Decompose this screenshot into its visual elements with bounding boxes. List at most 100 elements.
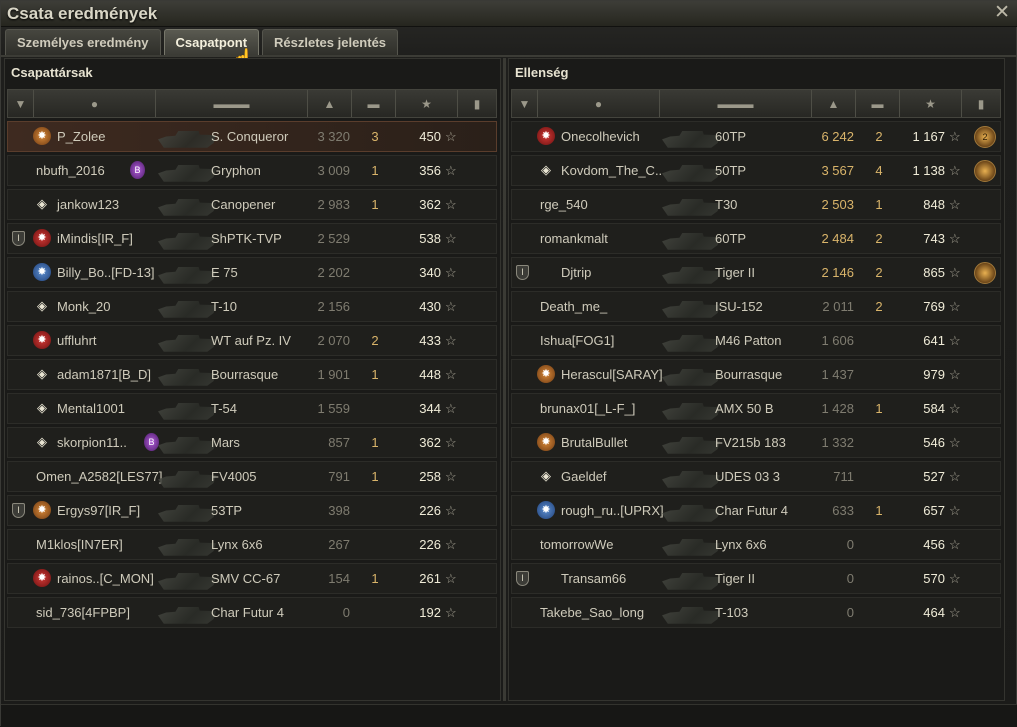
xp-value: 6 242 [821,129,854,144]
xp-column-icon[interactable]: ▲ [812,90,856,117]
tank-name: T30 [715,197,738,212]
tank-icon [158,369,216,386]
player-name[interactable]: Takebe_Sao_long [540,598,644,627]
player-name[interactable]: adam1871[B_D] [57,360,151,389]
player-name[interactable]: rainos..[C_MON] [57,564,154,593]
table-row[interactable]: ◈ Gaeldef UDES 03 3 711 527 ☆ [511,461,1001,492]
xp-value: 633 [832,503,854,518]
player-name[interactable]: sid_736[4FPBP] [36,598,130,627]
table-row[interactable]: Death_me_ ISU-152 2 011 2 769 ☆ [511,291,1001,322]
player-name[interactable]: jankow123 [57,190,119,219]
table-row[interactable]: ✸ P_Zolee S. Conqueror 3 320 3 450 ☆ [7,121,497,152]
player-name[interactable]: Djtrip [561,258,591,287]
kills-column-icon[interactable]: ▬ [352,90,396,117]
points-value: 450 [419,129,441,144]
table-row[interactable]: ✸ BrutalBullet FV215b 183 1 332 546 ☆ [511,427,1001,458]
player-name[interactable]: Herascul[SARAY] [561,360,663,389]
player-name[interactable]: M1klos[IN7ER] [36,530,123,559]
star-icon: ☆ [949,571,961,586]
table-row[interactable]: ✸ uffluhrt WT auf Pz. IV 2 070 2 433 ☆ [7,325,497,356]
squad-column-icon[interactable]: ▼ [8,90,34,117]
medal-icon[interactable] [974,262,996,284]
player-name[interactable]: Mental1001 [57,394,125,423]
medal-column-icon[interactable]: ▮ [458,90,496,117]
points-value: 570 [923,571,945,586]
table-row[interactable]: ◈ jankow123 Canopener 2 983 1 362 ☆ [7,189,497,220]
player-name[interactable]: BrutalBullet [561,428,627,457]
tank-column-icon[interactable]: ▬▬▬ [156,90,308,117]
kills-value: 2 [371,333,379,348]
table-row[interactable]: ✸ Billy_Bo..[FD-13] E 75 2 202 340 ☆ [7,257,497,288]
player-column-icon[interactable]: ● [538,90,660,117]
xp-column-icon[interactable]: ▲ [308,90,352,117]
table-row[interactable]: sid_736[4FPBP] Char Futur 4 0 192 ☆ [7,597,497,628]
player-badge-icon: ✸ [33,127,51,145]
player-name[interactable]: rge_540 [540,190,588,219]
table-row[interactable]: rge_540 T30 2 503 1 848 ☆ [511,189,1001,220]
player-name[interactable]: Transam66 [561,564,626,593]
tab-personal-results[interactable]: Személyes eredmény [5,29,161,55]
player-name[interactable]: nbufh_2016 [36,156,105,185]
player-name[interactable]: Onecolhevich [561,122,640,151]
table-row[interactable]: ✸ Herascul[SARAY] Bourrasque 1 437 979 ☆ [511,359,1001,390]
table-row[interactable]: romankmalt 60TP 2 484 2 743 ☆ [511,223,1001,254]
table-row[interactable]: I ✸ Ergys97[IR_F] 53TP 398 226 ☆ [7,495,497,526]
tank-icon [662,131,720,148]
table-row[interactable]: ◈ skorpion11.. B Mars 857 1 362 ☆ [7,427,497,458]
table-row[interactable]: ◈ Monk_20 T-10 2 156 430 ☆ [7,291,497,322]
star-icon: ☆ [445,503,457,518]
table-row[interactable]: brunax01[_L-F_] AMX 50 B 1 428 1 584 ☆ [511,393,1001,424]
table-row[interactable]: Takebe_Sao_long T-103 0 464 ☆ [511,597,1001,628]
medal-icon[interactable] [974,160,996,182]
kills-column-icon[interactable]: ▬ [856,90,900,117]
table-row[interactable]: ◈ adam1871[B_D] Bourrasque 1 901 1 448 ☆ [7,359,497,390]
points-column-icon[interactable]: ★ [900,90,962,117]
tank-name: Lynx 6x6 [715,537,767,552]
star-icon: ☆ [445,401,457,416]
table-row[interactable]: ✸ Onecolhevich 60TP 6 242 2 1 167 ☆ 2 [511,121,1001,152]
table-row[interactable]: ✸ rainos..[C_MON] SMV CC-67 154 1 261 ☆ [7,563,497,594]
table-row[interactable]: ✸ rough_ru..[UPRX] Char Futur 4 633 1 657 ☆ [511,495,1001,526]
kills-value: 2 [875,299,883,314]
squad-column-icon[interactable]: ▼ [512,90,538,117]
player-name[interactable]: uffluhrt [57,326,97,355]
player-name[interactable]: Ergys97[IR_F] [57,496,140,525]
player-name[interactable]: Monk_20 [57,292,110,321]
table-row[interactable]: ◈ Kovdom_The_C.. 50TP 3 567 4 1 138 ☆ [511,155,1001,186]
table-row[interactable]: ◈ Mental1001 T-54 1 559 344 ☆ [7,393,497,424]
table-row[interactable]: I Djtrip Tiger II 2 146 2 865 ☆ [511,257,1001,288]
player-name[interactable]: iMindis[IR_F] [57,224,133,253]
table-row[interactable]: I ✸ iMindis[IR_F] ShPTK-TVP 2 529 538 ☆ [7,223,497,254]
allies-title: Csapattársak [11,65,93,80]
star-icon: ☆ [445,469,457,484]
points-column-icon[interactable]: ★ [396,90,458,117]
player-name[interactable]: Death_me_ [540,292,607,321]
player-name[interactable]: Gaeldef [561,462,607,491]
player-name[interactable]: Omen_A2582[LES77] [36,462,162,491]
table-row[interactable]: tomorrowWe Lynx 6x6 0 456 ☆ [511,529,1001,560]
table-row[interactable]: M1klos[IN7ER] Lynx 6x6 267 226 ☆ [7,529,497,560]
player-name[interactable]: P_Zolee [57,122,105,151]
player-name[interactable]: brunax01[_L-F_] [540,394,635,423]
tank-column-icon[interactable]: ▬▬▬ [660,90,812,117]
player-name[interactable]: romankmalt [540,224,608,253]
tab-detailed-report[interactable]: Részletes jelentés [262,29,399,55]
medal-column-icon[interactable]: ▮ [962,90,1000,117]
player-name[interactable]: tomorrowWe [540,530,613,559]
player-name[interactable]: skorpion11.. [57,428,127,457]
table-row[interactable]: Omen_A2582[LES77] FV4005 791 1 258 ☆ [7,461,497,492]
table-row[interactable]: nbufh_2016 B Gryphon 3 009 1 356 ☆ [7,155,497,186]
tank-icon [158,233,216,250]
table-row[interactable]: Ishua[FOG1] M46 Patton 1 606 641 ☆ [511,325,1001,356]
tank-icon [158,607,216,624]
player-name[interactable]: rough_ru..[UPRX] [561,496,664,525]
medal-icon[interactable]: 2 [974,126,996,148]
player-name[interactable]: Kovdom_The_C.. [561,156,662,185]
player-badge-icon: ◈ [37,298,47,313]
table-row[interactable]: I Transam66 Tiger II 0 570 ☆ [511,563,1001,594]
player-column-icon[interactable]: ● [34,90,156,117]
close-icon[interactable]: ✕ [994,2,1010,24]
tank-name: UDES 03 3 [715,469,781,484]
player-name[interactable]: Ishua[FOG1] [540,326,614,355]
player-name[interactable]: Billy_Bo..[FD-13] [57,258,155,287]
